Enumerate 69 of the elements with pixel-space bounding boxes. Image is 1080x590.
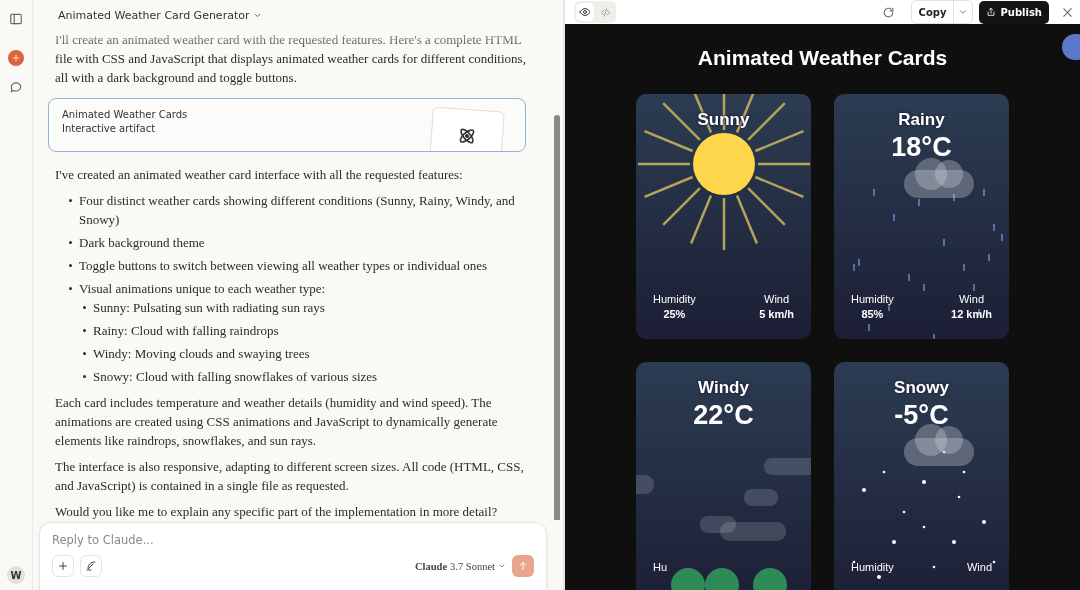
list-item-text: Snowy: Cloud with falling snowflakes of various sizes xyxy=(93,368,378,386)
message-paragraph: I'll create an animated weather card with the requested features. Here's a complete HTML file with CSS and JavaScript that displays animated weather cards for different conditions, all with a dark background and toggle buttons. xyxy=(55,31,526,87)
chevron-down-icon xyxy=(958,7,969,17)
temperature: 22°C xyxy=(693,400,754,431)
weather-condition: Rainy xyxy=(898,110,945,130)
artifact-title: Animated Weather Cards xyxy=(62,109,188,120)
sidebar-icon xyxy=(9,12,23,26)
scrollbar[interactable] xyxy=(554,115,560,520)
bullet-icon xyxy=(83,329,86,332)
bullet-icon xyxy=(69,287,72,290)
chats-icon[interactable] xyxy=(9,80,23,94)
message-paragraph: The interface is also responsive, adapting to different screen sizes. All code (HTML, CSS, and JavaScript) is contained in a single file as requested. xyxy=(55,458,525,495)
list-item-text: Dark background theme xyxy=(79,234,205,252)
list-item-text: Toggle buttons to switch between viewing all weather types or individual ones xyxy=(79,257,488,275)
message-paragraph: I've created an animated weather card interface with all the requested features: xyxy=(55,166,464,184)
user-avatar[interactable]: W xyxy=(7,566,25,584)
preview-button[interactable] xyxy=(576,3,594,21)
message-paragraph: Each card includes temperature and weather details (humidity and wind speed). The animations are created using CSS animations and JavaScript to dynamically generate elements like raindrops, snowflakes, and sun rays. xyxy=(55,394,499,450)
bullet-icon xyxy=(69,241,72,244)
sidebar-toggle-icon[interactable] xyxy=(9,12,23,26)
copy-button[interactable]: Copy xyxy=(911,1,955,23)
plus-icon xyxy=(57,560,69,572)
stat-label: Hu xyxy=(653,561,668,573)
weather-condition: Snowy xyxy=(894,378,949,398)
eye-icon xyxy=(579,6,591,18)
list-item-text: Windy: Moving clouds and swaying trees xyxy=(93,345,310,363)
stat-label: Wind xyxy=(764,293,790,305)
bullet-icon xyxy=(83,375,86,378)
stat-label: Humidity xyxy=(851,293,894,305)
bullet-icon xyxy=(83,352,86,355)
list-item-text: Four distinct weather cards showing different conditions (Sunny, Rainy, Windy, and Snowy) xyxy=(79,192,516,229)
model-selector[interactable]: Claude 3.7 Sonnet xyxy=(415,560,506,572)
preview-heading: Animated Weather Cards xyxy=(697,46,948,70)
attach-button[interactable] xyxy=(52,555,74,577)
bullet-icon xyxy=(69,199,72,202)
stat-label: Humidity xyxy=(653,293,696,305)
cloud-icon xyxy=(904,158,974,198)
stat-value: 85% xyxy=(861,308,884,320)
list-item-text: Rainy: Cloud with falling raindrops xyxy=(93,322,279,340)
cloud-icon xyxy=(904,424,974,466)
message-paragraph: Would you like me to explain any specific part of the implementation in more detail? xyxy=(55,503,499,520)
code-icon xyxy=(599,6,611,18)
bullet-icon xyxy=(69,264,72,267)
stat-label: Wind xyxy=(966,561,992,573)
temperature: 18°C xyxy=(891,132,952,163)
stat-value: 12 km/h xyxy=(951,308,992,320)
artifact-subtitle: Interactive artifact xyxy=(62,123,157,134)
artifact-card[interactable]: Animated Weather Cards Interactive artifact xyxy=(48,98,526,152)
reply-input[interactable]: Reply to Claude... xyxy=(52,533,534,547)
chat-title-button[interactable]: Animated Weather Card Generator xyxy=(58,8,263,22)
stat-value: 25% xyxy=(663,308,686,320)
style-button[interactable] xyxy=(80,555,102,577)
plus-icon xyxy=(11,53,21,63)
temperature: -5°C xyxy=(894,400,949,431)
arrow-up-icon xyxy=(517,560,529,572)
chevron-down-icon xyxy=(498,562,506,570)
list-item-text: Sunny: Pulsating sun with radiating sun rays xyxy=(93,299,325,317)
bullet-icon xyxy=(83,306,86,309)
chat-bubble-icon xyxy=(9,80,23,94)
send-button[interactable] xyxy=(512,555,534,577)
feather-icon xyxy=(85,560,97,572)
stat-label: Humidity xyxy=(851,561,894,573)
publish-button[interactable]: Publish xyxy=(979,0,1049,24)
share-icon xyxy=(986,7,997,17)
stat-value: 5 km/h xyxy=(759,308,794,320)
new-chat-button[interactable] xyxy=(8,50,24,66)
stat-label: Wind xyxy=(959,293,985,305)
weather-condition: Windy xyxy=(698,378,749,398)
list-item-text: Visual animations unique to each weather type: xyxy=(79,280,326,298)
